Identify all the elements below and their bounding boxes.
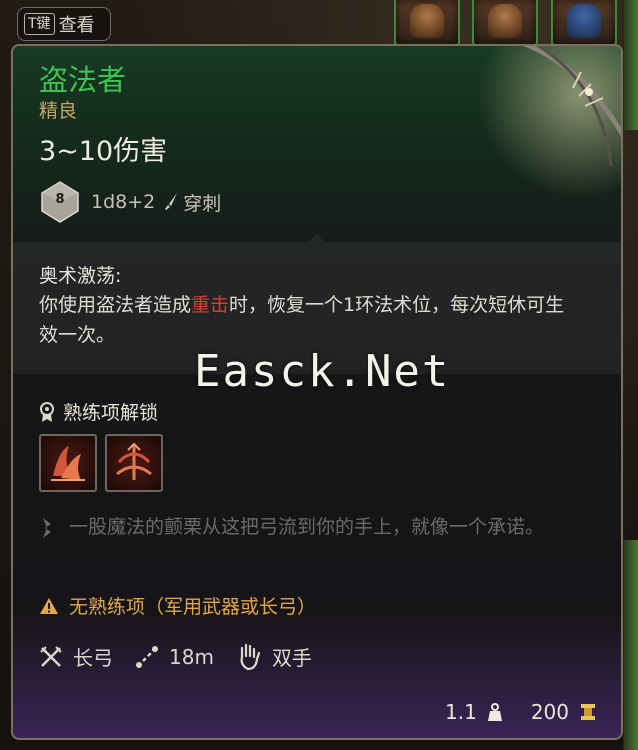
band-notch (309, 234, 325, 242)
flavor-text: 一股魔法的颤栗从这把弓流到你的手上，就像一个承诺。 (69, 516, 545, 538)
bow-art-icon (461, 46, 621, 206)
inspect-key-hint[interactable]: T键 查看 (17, 7, 111, 41)
tooltip-footer: 1.1 200 (445, 700, 597, 724)
action-icon-1[interactable] (39, 434, 97, 492)
damage-type: 穿刺 (183, 192, 222, 215)
piercing-icon (165, 193, 178, 210)
item-damage: 3~10伤害 (39, 136, 168, 167)
critical-hit-keyword[interactable]: 重击 (191, 294, 229, 316)
watermark: Easck.Net (194, 346, 451, 397)
character-figure (567, 4, 601, 38)
key-hint-label: 查看 (58, 15, 95, 36)
dice-row: 8 1d8+2 穿刺 (39, 180, 221, 224)
item-rarity: 精良 (39, 100, 78, 122)
proficiency-unlock-row: 熟练项解锁 (39, 398, 158, 425)
action-icon-2[interactable] (105, 434, 163, 492)
warning-text: 无熟练项（军用武器或长弓） (69, 596, 317, 618)
tooltip-header: 盗法者 精良 3~10伤害 8 1d8+2 穿刺 (39, 62, 221, 224)
key-cap: T键 (24, 13, 55, 35)
weapon-type-property[interactable]: 长弓 (39, 642, 113, 671)
crossed-weapons-icon (40, 645, 62, 667)
proficiency-warning: 无熟练项（军用武器或长弓） (39, 592, 316, 619)
weapon-properties: 长弓 18m 双手 (39, 642, 334, 671)
passive-text-before: 你使用盗法者造成 (39, 294, 192, 316)
unlocked-actions (39, 434, 163, 492)
range-icon (136, 645, 158, 668)
feather-icon (43, 518, 51, 538)
d8-die-icon: 8 (39, 180, 81, 224)
inventory-slot[interactable] (551, 0, 617, 46)
gold-icon (581, 704, 595, 720)
character-figure (410, 4, 444, 38)
inventory-slot[interactable] (394, 0, 460, 46)
inventory-slot[interactable] (472, 0, 538, 46)
item-value: 200 (530, 700, 569, 724)
handedness-property[interactable]: 双手 (236, 642, 312, 671)
weapon-range: 18m (169, 644, 214, 669)
proficiency-unlock-label: 熟练项解锁 (63, 402, 159, 424)
passive-description: 奥术激荡: 你使用盗法者造成重击时，恢复一个1环法术位，每次短休可生效一次。 (39, 262, 579, 350)
die-face: 8 (55, 192, 65, 207)
range-property[interactable]: 18m (135, 645, 214, 669)
side-panel-edge (623, 0, 638, 130)
flavor-text-block: 一股魔法的颤栗从这把弓流到你的手上，就像一个承诺。 (39, 512, 599, 542)
two-handed-icon (240, 643, 261, 670)
weight-icon (487, 703, 502, 721)
passive-title: 奥术激荡: (39, 265, 122, 287)
warning-triangle-icon (40, 597, 58, 614)
passive-text: 你使用盗法者造成重击时，恢复一个1环法术位，每次短休可生效一次。 (39, 290, 579, 350)
item-weight: 1.1 (445, 700, 477, 724)
weapon-type: 长弓 (73, 646, 113, 670)
item-name: 盗法者 (39, 63, 127, 97)
character-figure (488, 4, 522, 38)
side-panel-edge (623, 540, 638, 750)
dice-formula: 1d8+2 (91, 191, 156, 213)
proficiency-unlock-icon (40, 401, 54, 422)
handedness: 双手 (271, 646, 312, 670)
